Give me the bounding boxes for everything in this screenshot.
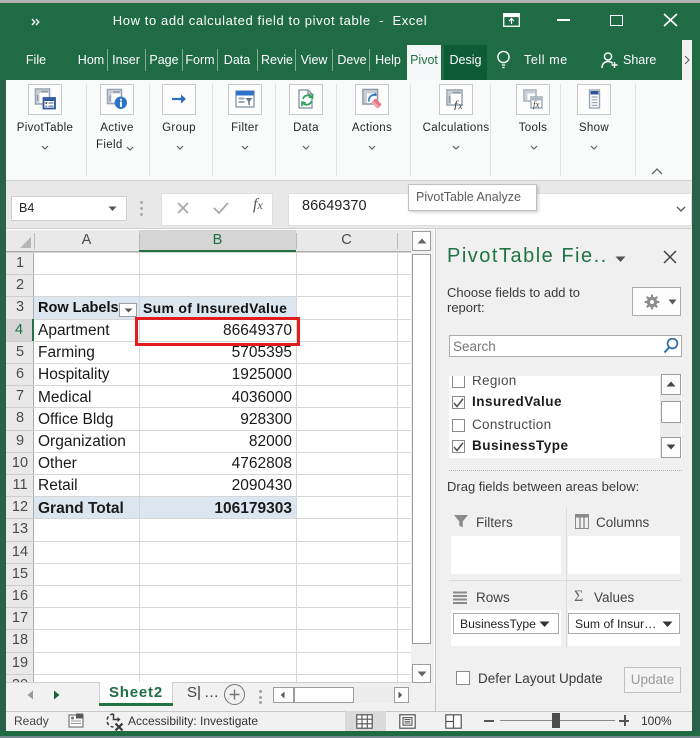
svg-text:x: x <box>458 101 463 110</box>
svg-text:fx: fx <box>533 100 540 110</box>
